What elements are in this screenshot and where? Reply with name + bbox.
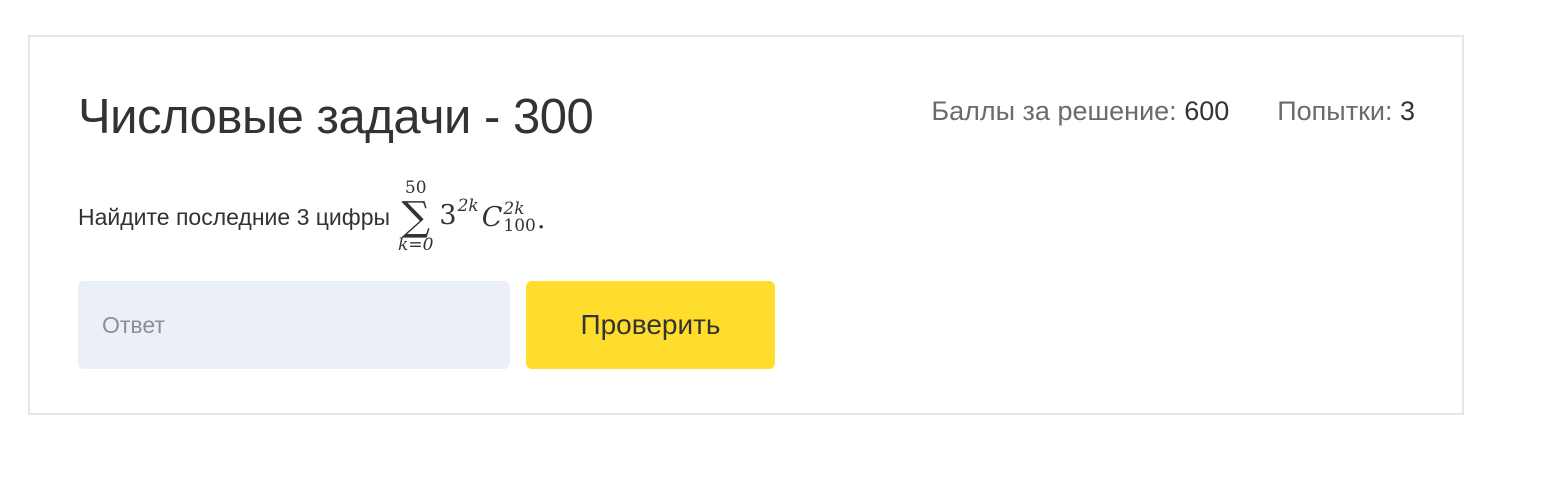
points-label: Баллы за решение: — [931, 96, 1185, 126]
formula-period: . — [536, 203, 546, 235]
attempts-value: 3 — [1399, 96, 1415, 126]
binom-bottom: 100 — [503, 216, 536, 236]
points-info: Баллы за решение: 600 — [931, 95, 1229, 127]
power-base: 3 — [439, 199, 457, 231]
problem-text: Найдите последние 3 цифры — [78, 203, 391, 230]
points-value: 600 — [1184, 96, 1230, 126]
binom-indices: 2k 100 — [503, 201, 535, 235]
problem-formula: 50 ∑ k=0 3 2k C 2k 100 . — [398, 180, 545, 254]
task-title: Числовые задачи - 300 — [78, 90, 594, 144]
attempts-info: Попытки: 3 — [1277, 95, 1415, 127]
sum-sign: ∑ — [401, 194, 430, 240]
check-button[interactable]: Проверить — [526, 281, 775, 369]
task-meta: Баллы за решение: 600 Попытки: 3 — [931, 95, 1415, 127]
attempts-label: Попытки: — [1277, 96, 1400, 126]
task-card: Числовые задачи - 300 Баллы за решение: … — [28, 35, 1464, 415]
problem-statement: Найдите последние 3 цифры 50 ∑ k=0 3 2k C… — [78, 177, 545, 257]
binom-letter: C — [481, 201, 503, 233]
summation: 50 ∑ k=0 — [398, 180, 433, 254]
answer-input[interactable] — [78, 281, 510, 369]
power-exponent: 2k — [457, 195, 479, 216]
sum-lower-limit: k=0 — [398, 235, 434, 255]
power-term: 3 2k — [439, 196, 478, 231]
binomial-coefficient: C 2k 100 — [481, 200, 536, 235]
